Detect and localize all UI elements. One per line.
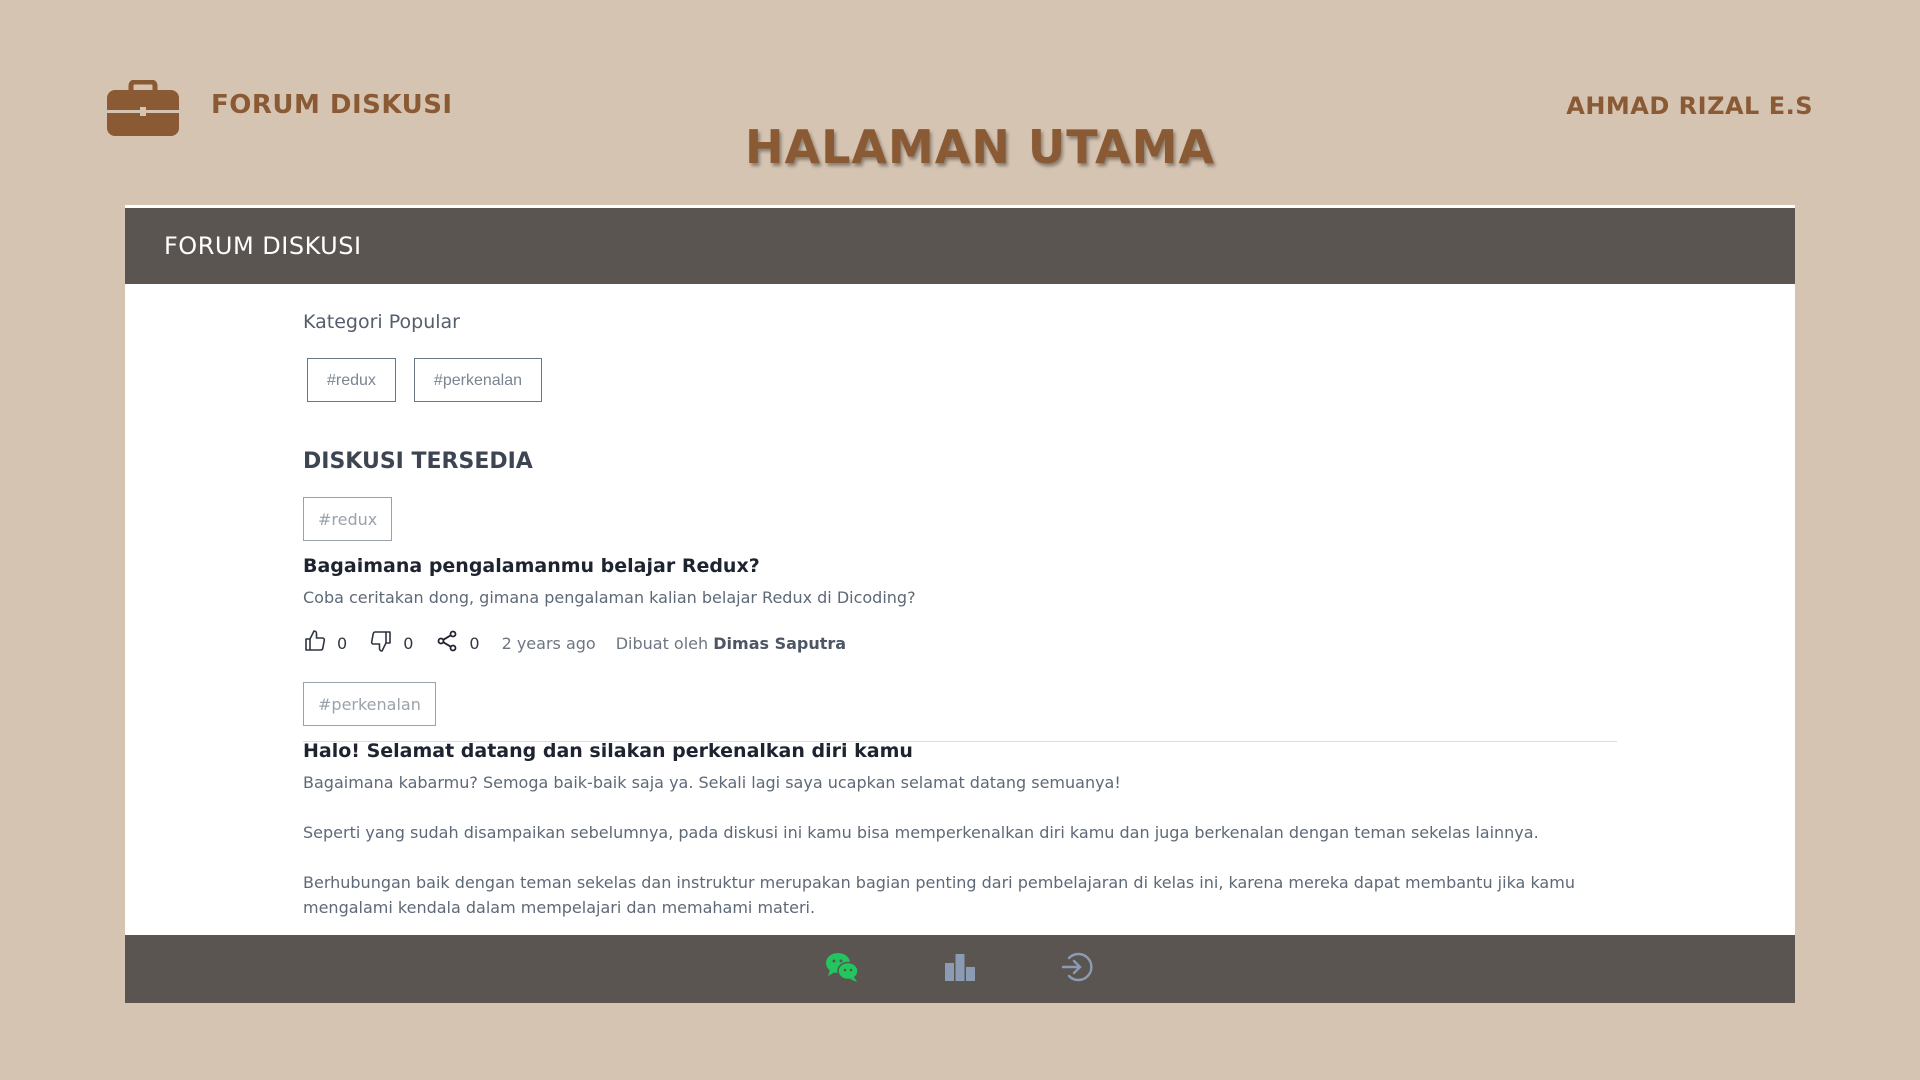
share-icon <box>435 629 459 657</box>
leaderboard-icon <box>942 949 978 989</box>
chat-icon <box>824 949 860 989</box>
thread-time: 2 years ago <box>501 633 596 653</box>
author-name: Dimas Saputra <box>713 633 847 653</box>
nav-leaderboard-button[interactable] <box>942 951 978 987</box>
bottom-nav <box>125 935 1795 1003</box>
thumbs-up-icon <box>303 629 327 657</box>
created-by-label: Dibuat oleh <box>615 633 709 653</box>
slide-brand: FORUM DISKUSI <box>211 90 453 120</box>
main-content: Kategori Popular #redux #perkenalan DISK… <box>303 284 1617 935</box>
thread-body-paragraph: Coba ceritakan dong, gimana pengalaman k… <box>303 588 916 607</box>
category-chip-perkenalan[interactable]: #perkenalan <box>413 358 542 402</box>
logout-icon <box>1060 949 1096 989</box>
thread-body-paragraph: Berhubungan baik dengan teman sekelas da… <box>303 873 1575 917</box>
like-count: 0 <box>337 633 348 653</box>
available-discussions-title: DISKUSI TERSEDIA <box>303 449 533 474</box>
thread-item: #perkenalan Halo! Selamat datang dan sil… <box>303 682 1617 920</box>
app-header: FORUM DISKUSI <box>125 208 1795 284</box>
popular-categories-label: Kategori Popular <box>303 311 460 333</box>
thread-body-paragraph: Bagaimana kabarmu? Semoga baik-baik saja… <box>303 773 1121 792</box>
thread-author: Dibuat oleh Dimas Saputra <box>616 634 846 653</box>
thumbs-down-icon <box>369 629 393 657</box>
dislike-count: 0 <box>403 633 414 653</box>
thread-tag: #perkenalan <box>303 682 436 726</box>
like-button[interactable]: 0 <box>303 629 347 657</box>
share-count: 0 <box>469 633 480 653</box>
thread-body-paragraph: Seperti yang sudah disampaikan sebelumny… <box>303 823 1539 842</box>
nav-threads-button[interactable] <box>824 951 860 987</box>
thread-body: Bagaimana kabarmu? Semoga baik-baik saja… <box>303 770 1617 920</box>
slide-author: AHMAD RIZAL E.S <box>1566 92 1813 120</box>
thread-item: #redux Bagaimana pengalamanmu belajar Re… <box>303 497 1617 656</box>
dislike-button[interactable]: 0 <box>369 629 413 657</box>
thread-tag: #redux <box>303 497 393 541</box>
popular-categories: #redux #perkenalan <box>307 358 542 402</box>
slide-title: HALAMAN UTAMA <box>744 120 1216 174</box>
category-chip-redux[interactable]: #redux <box>307 358 396 402</box>
thread-meta: 0 0 0 2 years ago Dibuat oleh Dimas Sapu… <box>303 630 1617 656</box>
thread-title[interactable]: Halo! Selamat datang dan silakan perkena… <box>303 740 1617 762</box>
nav-logout-button[interactable] <box>1060 951 1096 987</box>
app-window: FORUM DISKUSI Kategori Popular #redux #p… <box>125 205 1795 1003</box>
thread-body: Coba ceritakan dong, gimana pengalaman k… <box>303 585 1617 610</box>
app-title[interactable]: FORUM DISKUSI <box>164 232 362 260</box>
thread-title[interactable]: Bagaimana pengalamanmu belajar Redux? <box>303 555 1617 577</box>
share-button[interactable]: 0 <box>435 629 480 657</box>
